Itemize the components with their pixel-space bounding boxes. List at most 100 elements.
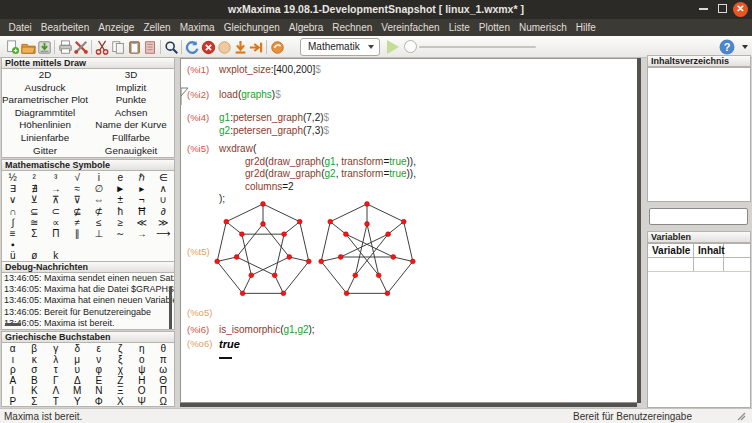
math-symbol[interactable]: ∄ [24,183,46,194]
menu-item[interactable]: Liste [444,22,474,33]
animation-slider-handle[interactable] [404,40,417,53]
draw-button[interactable]: Parametrischer Plot [2,94,88,107]
greek-letter[interactable]: Σ [24,397,46,407]
cell-body[interactable]: load(graphs)$ [219,89,281,102]
configure-icon[interactable] [74,40,89,55]
math-symbol[interactable]: ∅ [88,183,110,194]
math-symbol[interactable]: ∨ [2,194,24,205]
copy-icon[interactable] [111,40,126,55]
menu-item[interactable]: Datei [4,22,36,33]
math-symbol[interactable] [88,239,110,250]
math-symbol[interactable]: ∫ [2,217,24,228]
greek-letter[interactable]: θ [153,344,175,355]
math-symbol[interactable]: ³ [45,172,67,183]
evaluate-till-here-icon[interactable] [233,40,248,55]
code-line[interactable]: g1:petersen_graph(7,2)$ [219,112,329,125]
menu-item[interactable]: Anzeige [94,22,139,33]
greek-letter[interactable]: Τ [45,397,67,407]
math-symbol[interactable]: ⊄ [88,206,110,217]
animation-slider[interactable] [419,46,536,48]
math-symbol[interactable]: ∂ [153,206,175,217]
math-symbol[interactable]: i [88,172,110,183]
math-symbol[interactable]: ≠ [67,217,89,228]
math-symbol[interactable]: Ħ [131,206,153,217]
menu-item[interactable]: Numerisch [514,22,571,33]
math-symbol[interactable]: ► [110,183,132,194]
math-symbol[interactable]: ¬ [131,194,153,205]
math-symbol[interactable]: ≫ [153,217,175,228]
worksheet-cell[interactable] [187,353,637,359]
restart-icon[interactable] [185,40,200,55]
worksheet-cell[interactable]: (%i2)load(graphs)$ [187,89,637,102]
open-icon[interactable] [21,40,36,55]
evaluate-rest-icon[interactable] [249,40,264,55]
draw-button[interactable]: Implizit [88,82,174,95]
math-symbol[interactable]: Σ [24,228,46,239]
worksheet[interactable]: (%i1)wxplot_size:[400,200]$(%i2)load(gra… [180,58,637,403]
code-line[interactable]: g2:petersen_graph(7,3)$ [219,125,329,138]
math-symbol[interactable]: → [131,228,153,239]
toc-list[interactable] [647,67,751,202]
math-symbol[interactable]: ∼ [110,228,132,239]
mathematik-dropdown[interactable]: Mathematik [300,38,380,56]
math-symbol[interactable]: ≥ [110,217,132,228]
help-icon[interactable]: ? [719,39,735,55]
save-icon[interactable] [37,40,52,55]
math-symbol[interactable]: ∈ [153,172,175,183]
math-symbol[interactable] [131,239,153,250]
math-symbol[interactable]: √ [67,172,89,183]
math-symbol[interactable]: ⇔ [88,194,110,205]
code-line[interactable]: gr2d(draw_graph(g2, transform=true)), [219,168,416,181]
math-symbol[interactable]: ⟶ [153,228,175,239]
menu-item[interactable]: Rechnen [328,22,377,33]
cell-body[interactable]: wxdraw( gr2d(draw_graph(g1, transform=tr… [219,143,416,206]
math-symbol[interactable]: ⊻ [24,194,46,205]
greek-letter[interactable]: Ω [153,397,175,407]
find-icon[interactable] [164,40,179,55]
math-symbol[interactable]: ∩ [2,206,24,217]
menu-item[interactable]: Algebra [284,22,327,33]
draw-button[interactable]: Füllfarbe [88,132,174,145]
variables-empty-row[interactable] [648,258,750,272]
math-symbol[interactable]: ≅ [24,217,46,228]
draw-button[interactable]: Ausdruck [2,82,88,95]
code-line[interactable]: wxplot_size:[400,200]$ [219,64,321,77]
play-button[interactable] [387,40,399,54]
greek-letter[interactable]: α [2,344,24,355]
greek-letter[interactable]: Υ [67,397,89,407]
draw-button[interactable]: Achsen [88,107,174,120]
worksheet-cell[interactable]: (%i6)is_isomorphic(g1,g2); [187,324,637,337]
new-document-icon[interactable] [5,40,20,55]
math-symbol[interactable]: ⊥ [88,228,110,239]
math-symbol[interactable]: ℏ [131,172,153,183]
debug-horizontal-scrollbar[interactable] [5,323,21,326]
cell-body[interactable]: wxplot_size:[400,200]$ [219,64,321,77]
code-line[interactable]: true [219,338,240,352]
math-symbol[interactable]: ≤ [88,217,110,228]
greek-letter[interactable]: β [24,344,46,355]
draw-button[interactable]: Linienfarbe [2,132,88,145]
math-symbol[interactable]: ⊆ [24,206,46,217]
greek-letter[interactable]: Ψ [131,397,153,407]
draw-button[interactable]: Name der Kurve [88,119,174,132]
math-symbol[interactable] [24,239,46,250]
math-symbol[interactable]: ü [2,250,24,261]
interrupt-icon[interactable] [201,40,216,55]
math-symbol[interactable] [131,250,153,261]
cell-body[interactable]: g1:petersen_graph(7,2)$g2:petersen_graph… [219,112,329,137]
worksheet-cell[interactable]: (%o6)true [187,338,637,352]
greek-letter[interactable]: η [131,344,153,355]
worksheet-cell[interactable]: (%o5) [187,307,637,318]
draw-button[interactable]: Höhenlinien [2,119,88,132]
maximize-icon[interactable] [718,4,727,13]
cell-body[interactable] [219,353,232,359]
menu-item[interactable]: Gleichungen [219,22,284,33]
cell-body[interactable]: true [219,338,240,352]
draw-button[interactable]: Diagrammtitel [2,107,88,120]
minimize-icon[interactable] [699,8,708,10]
paste-icon[interactable] [127,40,142,55]
text-cursor[interactable] [219,357,232,359]
math-symbol[interactable]: ⊼ [45,194,67,205]
greek-letter[interactable]: ε [88,344,110,355]
math-symbol[interactable] [67,250,89,261]
